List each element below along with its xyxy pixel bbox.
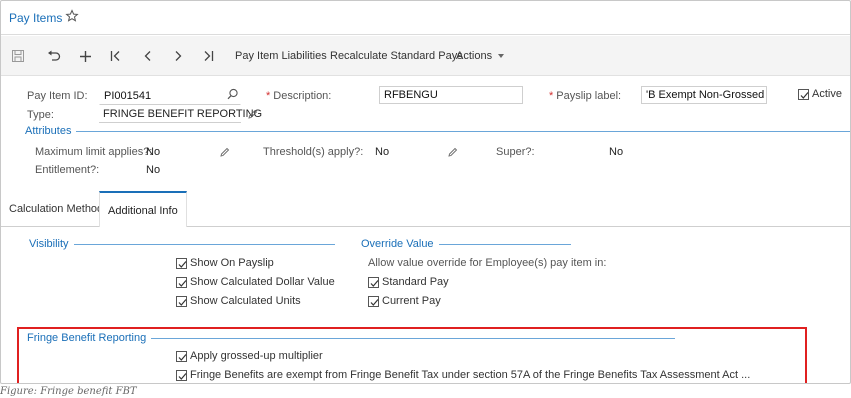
super-label: Super?:	[496, 146, 535, 158]
type-value: FRINGE BENEFIT REPORTING	[103, 108, 263, 120]
actions-menu-label: Actions	[456, 50, 493, 62]
description-label: * Description:	[266, 90, 331, 102]
first-record-icon[interactable]	[109, 48, 123, 64]
checkbox-checked-icon	[176, 350, 187, 362]
checkbox-label: Apply grossed-up multiplier	[190, 350, 323, 362]
show-calculated-units-checkbox[interactable]: Show Calculated Units	[176, 295, 301, 307]
override-title: Override Value	[361, 238, 439, 250]
previous-record-icon[interactable]	[141, 48, 155, 64]
type-label: Type:	[27, 109, 54, 121]
pay-item-id-field[interactable]: PI001541	[99, 87, 241, 105]
active-checkbox[interactable]: Active	[798, 88, 842, 100]
description-label-text: Description:	[273, 90, 332, 102]
tab-calculation-method[interactable]: Calculation Method	[1, 191, 113, 226]
checkbox-checked-icon	[368, 295, 379, 307]
checkbox-checked-icon	[176, 276, 187, 288]
toolbar: Pay Item Liabilities Recalculate Standar…	[1, 36, 850, 76]
payslip-label-field[interactable]: 'B Exempt Non-Grossed UP	[641, 86, 767, 104]
figure-caption: Figure: Fringe benefit FBT	[0, 386, 137, 397]
checkbox-label: Show On Payslip	[190, 257, 274, 269]
maximum-limit-value: No	[146, 146, 161, 158]
payslip-label-label: * Payslip label:	[549, 90, 621, 102]
required-marker: *	[549, 90, 554, 102]
fringe-title: Fringe Benefit Reporting	[27, 332, 152, 344]
pay-item-id-value: PI001541	[104, 90, 152, 102]
actions-menu-button[interactable]: Actions	[456, 50, 505, 62]
title-bar: Pay Items	[1, 1, 850, 35]
edit-pencil-icon[interactable]	[219, 147, 230, 161]
payslip-label-value: 'B Exempt Non-Grossed UP	[646, 89, 766, 101]
attributes-title: Attributes	[25, 125, 77, 137]
checkbox-label: Show Calculated Units	[190, 295, 301, 307]
override-description: Allow value override for Employee(s) pay…	[368, 257, 607, 269]
entitlement-label: Entitlement?:	[35, 164, 100, 176]
apply-grossed-up-multiplier-checkbox[interactable]: Apply grossed-up multiplier	[176, 350, 323, 362]
checkbox-checked-icon	[176, 257, 187, 269]
checkbox-label: Show Calculated Dollar Value	[190, 276, 335, 288]
visibility-title: Visibility	[29, 238, 74, 250]
threshold-value: No	[375, 146, 390, 158]
super-value: No	[609, 146, 624, 158]
standard-pay-checkbox[interactable]: Standard Pay	[368, 276, 449, 288]
checkbox-label: Current Pay	[382, 295, 441, 307]
fbt-exempt-checkbox[interactable]: Fringe Benefits are exempt from Fringe B…	[176, 369, 750, 381]
undo-icon[interactable]	[46, 48, 62, 64]
pay-item-liabilities-button[interactable]: Pay Item Liabilities	[235, 50, 327, 62]
required-marker: *	[266, 90, 271, 102]
description-value: RFBENGU	[384, 89, 438, 101]
page-title: Pay Items	[9, 11, 63, 25]
type-underline	[99, 122, 241, 123]
checkbox-checked-icon	[368, 276, 379, 288]
tab-bar: Calculation Method Additional Info	[1, 191, 850, 227]
tab-additional-info[interactable]: Additional Info	[99, 191, 187, 227]
current-pay-checkbox[interactable]: Current Pay	[368, 295, 441, 307]
show-calculated-dollar-value-checkbox[interactable]: Show Calculated Dollar Value	[176, 276, 335, 288]
add-icon[interactable]	[78, 48, 92, 64]
entitlement-value: No	[146, 164, 161, 176]
edit-pencil-icon[interactable]	[447, 147, 458, 161]
active-label: Active	[812, 88, 842, 100]
threshold-label: Threshold(s) apply?:	[263, 146, 364, 158]
star-icon[interactable]	[65, 9, 79, 23]
pay-item-id-label: Pay Item ID:	[27, 90, 88, 102]
search-icon[interactable]	[227, 88, 239, 103]
checkbox-label: Fringe Benefits are exempt from Fringe B…	[190, 369, 751, 381]
attributes-divider	[25, 131, 850, 132]
chevron-down-icon	[498, 54, 505, 59]
checkbox-label: Standard Pay	[382, 276, 449, 288]
edit-pencil-icon[interactable]	[247, 109, 258, 123]
next-record-icon[interactable]	[171, 48, 185, 64]
checkbox-checked-icon	[176, 369, 187, 381]
pay-items-screen: Pay Items Pay Item Liabilities Recalcula…	[0, 0, 851, 384]
maximum-limit-label: Maximum limit applies?:	[35, 146, 153, 158]
save-icon[interactable]	[11, 48, 25, 64]
recalculate-standard-pays-button[interactable]: Recalculate Standard Pays	[330, 50, 463, 62]
checkbox-checked-icon	[798, 88, 809, 100]
show-on-payslip-checkbox[interactable]: Show On Payslip	[176, 257, 274, 269]
description-field[interactable]: RFBENGU	[379, 86, 523, 104]
checkbox-checked-icon	[176, 295, 187, 307]
payslip-label-label-text: Payslip label:	[556, 90, 622, 102]
visibility-divider	[29, 244, 335, 245]
last-record-icon[interactable]	[201, 48, 215, 64]
